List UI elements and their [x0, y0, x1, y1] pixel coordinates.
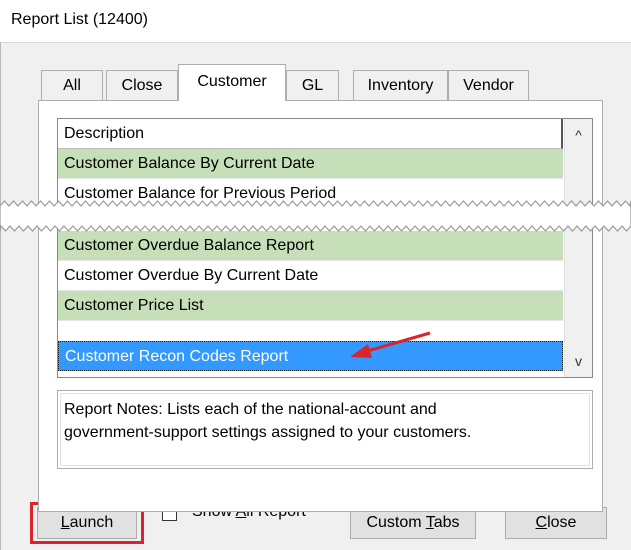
list-item[interactable]: Customer Balance By Current Date	[58, 149, 563, 179]
custom-tabs-label-pre: Custom	[366, 514, 426, 531]
tab-customer-label: Customer	[197, 73, 267, 90]
tab-inventory-label: Inventory	[367, 77, 434, 94]
close-label-accel: C	[535, 514, 548, 531]
list-item-label: Customer Price List	[64, 297, 204, 314]
title-bar: Report List (12400)	[0, 0, 631, 43]
list-item-label: Customer Overdue By Current Date	[64, 267, 319, 284]
tab-close[interactable]: Close	[106, 70, 178, 100]
window-frame	[0, 42, 1, 550]
tab-customer[interactable]: Customer	[178, 64, 286, 101]
column-header-label: Description	[64, 125, 145, 142]
scroll-up-icon[interactable]: ^	[565, 121, 592, 149]
list-item-label: Customer Overdue Balance Report	[64, 237, 314, 254]
report-list[interactable]: Description Customer Balance By Current …	[57, 118, 593, 378]
tab-all-label: All	[63, 77, 81, 94]
list-item[interactable]: Customer Price List	[58, 291, 563, 321]
list-item-selected[interactable]: Customer Recon Codes Report	[58, 341, 563, 371]
tab-gl[interactable]: GL	[286, 70, 339, 100]
tab-inventory[interactable]: Inventory	[353, 70, 448, 100]
list-scrollbar[interactable]: ^ v	[564, 119, 592, 377]
column-header-description[interactable]: Description	[58, 119, 563, 149]
scroll-down-icon[interactable]: v	[565, 347, 592, 375]
close-label-post: lose	[547, 514, 577, 531]
custom-tabs-label-post: abs	[433, 514, 460, 531]
tab-vendor-label: Vendor	[463, 77, 514, 94]
list-item[interactable]: Customer Overdue By Current Date	[58, 261, 563, 291]
launch-label-post: aunch	[69, 514, 114, 531]
window-title: Report List (12400)	[11, 11, 148, 28]
custom-tabs-label-accel: T	[425, 514, 434, 531]
tab-all[interactable]: All	[41, 70, 103, 100]
tab-close-label: Close	[121, 77, 163, 94]
callout-arrow-icon	[350, 331, 431, 358]
list-item-label: Customer Balance By Current Date	[64, 155, 315, 172]
list-item-label: Customer Recon Codes Report	[65, 348, 289, 365]
tab-vendor[interactable]: Vendor	[448, 70, 529, 100]
notes-inner-border	[60, 393, 590, 466]
launch-label-accel: L	[60, 514, 70, 531]
list-item[interactable]: Customer Overdue Balance Report	[58, 231, 563, 261]
torn-edge-separator	[0, 200, 631, 232]
tab-gl-label: GL	[301, 77, 324, 94]
report-notes: Report Notes: Lists each of the national…	[57, 390, 593, 469]
